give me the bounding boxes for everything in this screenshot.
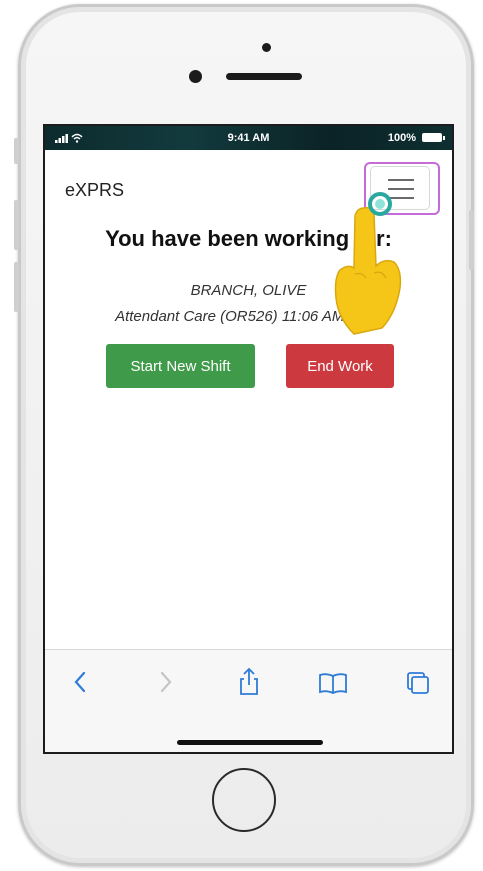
tabs-icon[interactable] [399, 664, 435, 700]
home-button[interactable] [212, 768, 276, 832]
proximity-sensor [262, 43, 271, 52]
brand-logo-text[interactable]: eXPRS [65, 180, 124, 201]
tap-indicator-icon [368, 192, 392, 216]
forward-icon[interactable] [147, 664, 183, 700]
battery-icon [422, 133, 445, 142]
share-icon[interactable] [231, 664, 267, 700]
power-button [469, 210, 474, 270]
earpiece-speaker [226, 73, 302, 80]
home-indicator [177, 740, 323, 745]
back-icon[interactable] [63, 664, 99, 700]
start-new-shift-button[interactable]: Start New Shift [106, 344, 255, 388]
status-bar: 9:41 AM 100% [45, 126, 452, 150]
browser-toolbar [45, 649, 452, 752]
end-work-button[interactable]: End Work [286, 344, 394, 388]
front-camera [189, 70, 202, 83]
battery-percent: 100% [387, 132, 416, 144]
volume-up-button [14, 200, 19, 250]
volume-down-button [14, 262, 19, 312]
bookmarks-icon[interactable] [315, 664, 351, 700]
mute-switch [14, 138, 19, 164]
